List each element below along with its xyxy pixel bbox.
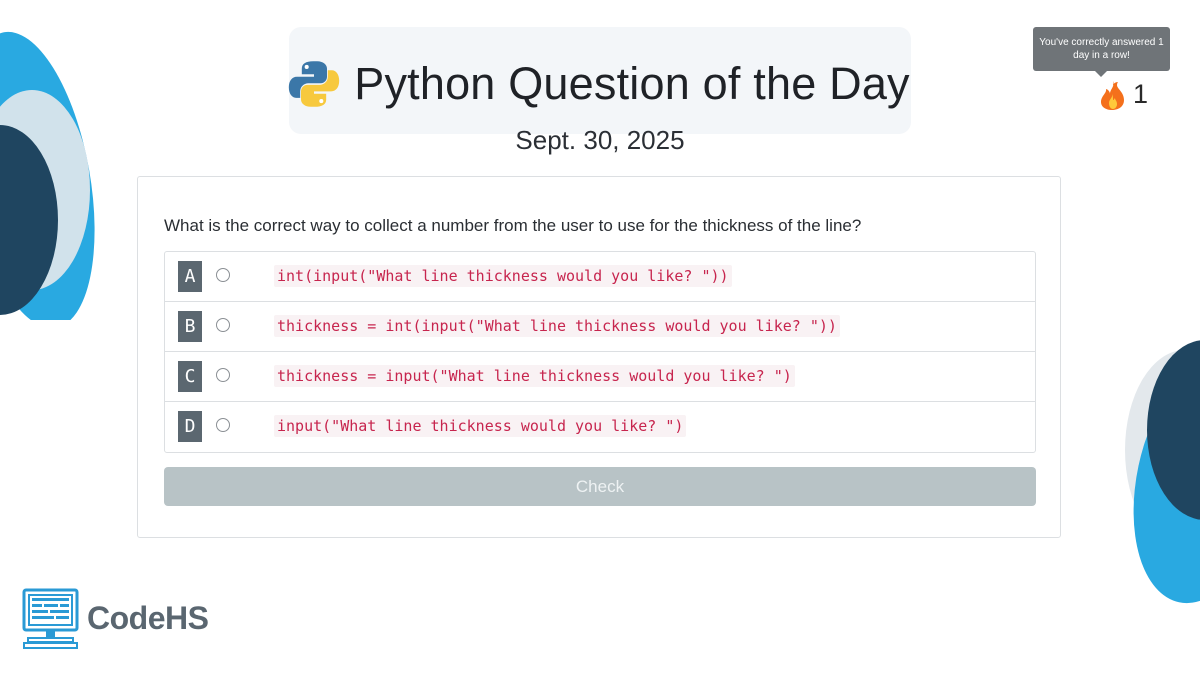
- choice-b[interactable]: B thickness = int(input("What line thick…: [165, 302, 1035, 352]
- streak-tooltip: You've correctly answered 1 day in a row…: [1033, 27, 1170, 77]
- check-button[interactable]: Check: [164, 467, 1036, 506]
- question-card: What is the correct way to collect a num…: [137, 176, 1061, 538]
- radio-button[interactable]: [216, 268, 230, 282]
- title-row: Python Question of the Day: [289, 53, 911, 115]
- fire-icon: [1101, 80, 1124, 110]
- radio-button[interactable]: [216, 318, 230, 332]
- radio-button[interactable]: [216, 368, 230, 382]
- streak-count: 1: [1133, 79, 1149, 109]
- choice-letter: B: [178, 311, 202, 342]
- page-date: Sept. 30, 2025: [515, 125, 685, 155]
- streak-indicator[interactable]: 1: [1100, 79, 1148, 110]
- choice-c[interactable]: C thickness = input("What line thickness…: [165, 352, 1035, 402]
- codehs-logo[interactable]: CodeHS: [22, 588, 209, 649]
- answer-choices: A int(input("What line thickness would y…: [164, 251, 1036, 453]
- radio-button[interactable]: [216, 418, 230, 432]
- choice-code: int(input("What line thickness would you…: [274, 265, 732, 287]
- decorative-blob-right: [1125, 340, 1200, 604]
- codehs-monitor-icon: [22, 588, 79, 649]
- header-panel: Python Question of the Day Sept. 30, 202…: [289, 27, 911, 155]
- choice-code: thickness = input("What line thickness w…: [274, 365, 795, 387]
- choice-letter: D: [178, 411, 202, 442]
- choice-code: thickness = int(input("What line thickne…: [274, 315, 840, 337]
- choice-letter: C: [178, 361, 202, 392]
- choice-letter: A: [178, 261, 202, 292]
- choice-a[interactable]: A int(input("What line thickness would y…: [165, 252, 1035, 302]
- choice-code: input("What line thickness would you lik…: [274, 415, 687, 437]
- page-title: Python Question of the Day: [354, 58, 910, 109]
- question-text: What is the correct way to collect a num…: [164, 216, 862, 235]
- decorative-blob-left: [0, 31, 95, 320]
- python-logo-icon: [289, 61, 340, 107]
- choice-d[interactable]: D input("What line thickness would you l…: [165, 402, 1035, 452]
- brand-name: CodeHS: [87, 600, 209, 636]
